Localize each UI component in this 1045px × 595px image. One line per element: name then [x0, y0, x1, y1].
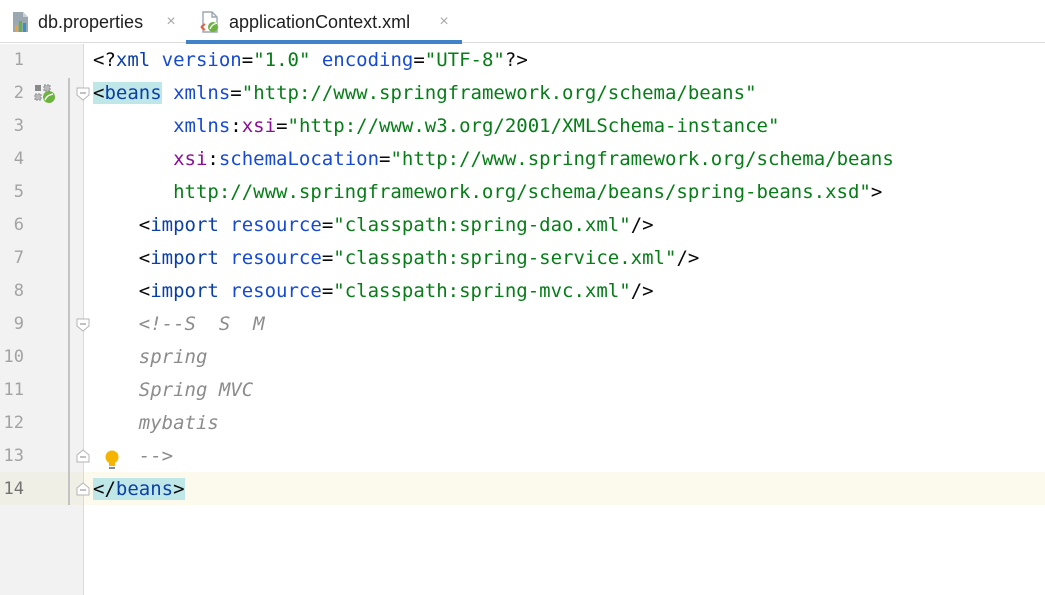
- tab-db-properties[interactable]: db.properties ×: [0, 0, 186, 43]
- line-number: 13: [3, 446, 24, 466]
- code-line-12: mybatis: [138, 412, 219, 434]
- tab-application-context-xml[interactable]: applicationContext.xml ×: [186, 0, 462, 44]
- line-number: 2: [13, 83, 24, 103]
- line-number: 1: [13, 50, 24, 70]
- code-line-3: xmlns:xsi="http://www.w3.org/2001/XMLSch…: [173, 115, 780, 137]
- code-line-4: xsi:schemaLocation="http://www.springfra…: [173, 148, 894, 170]
- code-line-14: </beans>: [93, 473, 185, 506]
- line-number: 5: [13, 182, 24, 202]
- properties-file-icon: [13, 12, 28, 32]
- code-line-6: <import resource="classpath:spring-dao.x…: [138, 214, 654, 236]
- line-number: 7: [13, 248, 24, 268]
- code-line-9: <!--S S M: [138, 313, 265, 335]
- code-editor[interactable]: 1 2 3 4 5 6 7 8 9 10 11 12 13 14 <?xml v…: [0, 44, 1045, 595]
- brace-match-highlight: <beans: [93, 82, 162, 104]
- fold-end-icon[interactable]: [76, 449, 90, 463]
- line-number: 8: [13, 281, 24, 301]
- line-number: 11: [3, 380, 24, 400]
- code-line-5: http://www.springframework.org/schema/be…: [173, 181, 883, 203]
- vcs-change-marker[interactable]: [68, 78, 70, 505]
- fold-open-icon[interactable]: [76, 318, 90, 332]
- close-icon[interactable]: ×: [434, 12, 454, 32]
- code-line-1: <?xml version="1.0" encoding="UTF-8"?>: [93, 49, 528, 71]
- code-line-8: <import resource="classpath:spring-mvc.x…: [138, 280, 654, 302]
- line-number: 6: [13, 215, 24, 235]
- tab-label: applicationContext.xml: [229, 12, 411, 32]
- editor-tab-bar: db.properties × applicationContext.xml ×: [0, 0, 1045, 44]
- fold-end-icon[interactable]: [76, 482, 90, 496]
- line-number: 4: [13, 149, 24, 169]
- spring-xml-file-icon: [200, 11, 218, 33]
- line-number: 10: [3, 347, 24, 367]
- code-line-10: spring: [138, 346, 208, 368]
- code-line-13: -->: [138, 445, 174, 467]
- line-number: 9: [13, 314, 24, 334]
- tab-label: db.properties: [38, 12, 144, 32]
- line-number-current: 14: [3, 479, 24, 499]
- line-number: 12: [3, 413, 24, 433]
- code-line-2: <beans xmlns="http://www.springframework…: [93, 82, 757, 104]
- line-number: 3: [13, 116, 24, 136]
- spring-bean-gutter-icon[interactable]: [34, 84, 56, 104]
- code-line-11: Spring MVC: [138, 379, 254, 401]
- close-icon[interactable]: ×: [161, 12, 181, 32]
- code-line-7: <import resource="classpath:spring-servi…: [138, 247, 700, 269]
- brace-match-highlight: </beans>: [93, 478, 185, 500]
- fold-open-icon[interactable]: [76, 87, 90, 101]
